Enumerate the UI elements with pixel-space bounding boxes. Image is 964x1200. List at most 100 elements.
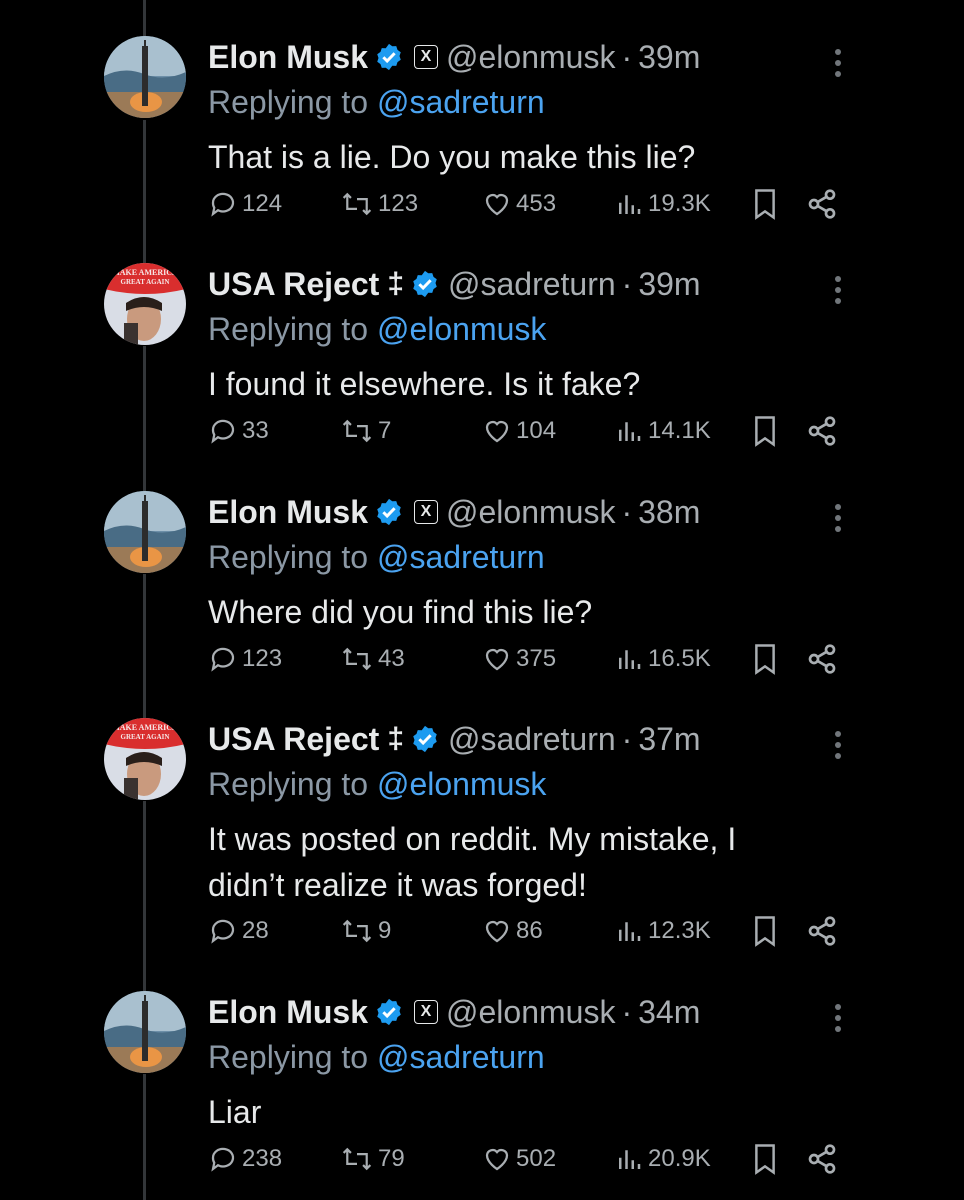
timestamp[interactable]: 39m [638,39,700,76]
repost-icon [342,919,372,943]
author-name[interactable]: Elon Musk [208,494,368,531]
action-bar: 124 123 453 19.3K [208,184,848,224]
timestamp[interactable]: 37m [638,721,700,758]
author-name[interactable]: USA Reject [208,266,379,303]
avatar-usa-reject[interactable]: MAKE AMERICA GREAT AGAIN [104,718,186,800]
author-handle[interactable]: @sadreturn [448,721,616,758]
more-vertical-icon[interactable] [826,273,850,307]
x-affiliate-icon: X [414,500,439,524]
author-handle[interactable]: @elonmusk [446,994,615,1031]
views-button[interactable]: 19.3K [614,184,711,224]
more-vertical-icon[interactable] [826,501,850,535]
tweet[interactable]: Elon Musk X @elonmusk · 39m Replying to … [0,8,964,235]
tweet[interactable]: Elon Musk X @elonmusk · 34m Replying to … [0,963,964,1190]
author-name[interactable]: Elon Musk [208,994,368,1031]
more-vertical-icon[interactable] [826,1001,850,1035]
tweet-text-line: It was posted on reddit. My mistake, I [208,821,737,857]
more-vertical-icon[interactable] [826,728,850,762]
like-button[interactable]: 453 [482,184,556,224]
reply-button[interactable]: 28 [208,911,269,951]
reply-icon [211,919,235,944]
tweet-text: It was posted on reddit. My mistake, I d… [208,816,828,908]
mention-link[interactable]: @sadreturn [377,1039,545,1075]
verified-badge-icon [377,498,401,526]
separator-dot: · [621,720,633,757]
views-button[interactable]: 12.3K [614,911,711,951]
mention-link[interactable]: @elonmusk [377,766,546,802]
reply-count: 123 [242,645,283,672]
bookmark-icon[interactable] [750,415,780,447]
author-name[interactable]: USA Reject [208,721,379,758]
like-button[interactable]: 502 [482,1139,556,1179]
author-handle[interactable]: @sadreturn [448,266,616,303]
tweet-header: Elon Musk X @elonmusk · 38m [208,493,700,531]
reply-button[interactable]: 123 [208,639,282,679]
avatar-hat-text-1: MAKE AMERICA [112,723,178,732]
views-button[interactable]: 14.1K [614,411,711,451]
share-icon[interactable] [806,915,838,947]
timestamp[interactable]: 38m [638,494,700,531]
avatar-elon[interactable] [104,991,186,1073]
bookmark-icon[interactable] [750,188,780,220]
action-bar: 123 43 375 16.5K [208,639,848,679]
bookmark-icon[interactable] [750,915,780,947]
views-button[interactable]: 20.9K [614,1139,711,1179]
mention-link[interactable]: @sadreturn [377,84,545,120]
mention-link[interactable]: @elonmusk [377,311,546,347]
views-count: 19.3K [648,190,711,217]
more-vertical-icon[interactable] [826,46,850,80]
share-icon[interactable] [806,643,838,675]
x-affiliate-icon: X [414,45,439,69]
repost-button[interactable]: 123 [340,184,418,224]
repost-button[interactable]: 9 [340,911,391,951]
reply-button[interactable]: 124 [208,184,282,224]
like-count: 502 [516,1145,557,1172]
bookmark-icon[interactable] [750,1143,780,1175]
replying-to: Replying to @elonmusk [208,311,546,348]
like-button[interactable]: 104 [482,411,556,451]
author-name[interactable]: Elon Musk [208,39,368,76]
author-handle[interactable]: @elonmusk [446,39,615,76]
reply-count: 238 [242,1145,283,1172]
bookmark-icon[interactable] [750,643,780,675]
name-symbol: ‡ [387,722,404,755]
repost-button[interactable]: 43 [340,639,405,679]
avatar-hat-text-2: GREAT AGAIN [121,278,170,286]
avatar-elon[interactable] [104,491,186,573]
share-icon[interactable] [806,415,838,447]
views-button[interactable]: 16.5K [614,639,711,679]
reply-icon [211,419,235,444]
author-handle[interactable]: @elonmusk [446,494,615,531]
tweet[interactable]: MAKE AMERICA GREAT AGAIN USA Reject ‡ @s… [0,235,964,462]
timestamp[interactable]: 34m [638,994,700,1031]
views-count: 20.9K [648,1145,711,1172]
tweet[interactable]: MAKE AMERICA GREAT AGAIN USA Reject ‡ @s… [0,690,964,962]
share-icon[interactable] [806,188,838,220]
replying-to: Replying to @sadreturn [208,1039,545,1076]
repost-count: 123 [378,190,419,217]
tweet[interactable]: Elon Musk X @elonmusk · 38m Replying to … [0,463,964,690]
replying-to: Replying to @sadreturn [208,84,545,121]
views-icon [619,1150,641,1169]
share-icon[interactable] [806,1143,838,1175]
like-button[interactable]: 375 [482,639,556,679]
reply-button[interactable]: 33 [208,411,269,451]
mention-link[interactable]: @sadreturn [377,539,545,575]
repost-icon [342,647,372,671]
like-button[interactable]: 86 [482,911,543,951]
tweet-header: Elon Musk X @elonmusk · 39m [208,38,700,76]
views-icon [619,422,641,441]
avatar-hat-text-2: GREAT AGAIN [121,733,170,741]
views-count: 16.5K [648,645,711,672]
timestamp[interactable]: 39m [638,266,700,303]
avatar-elon[interactable] [104,36,186,118]
replying-to: Replying to @sadreturn [208,539,545,576]
verified-badge-icon [413,270,437,298]
reply-button[interactable]: 238 [208,1139,282,1179]
reply-count: 33 [242,417,269,444]
repost-button[interactable]: 79 [340,1139,405,1179]
repost-count: 7 [378,417,392,444]
avatar-usa-reject[interactable]: MAKE AMERICA GREAT AGAIN [104,263,186,345]
repost-button[interactable]: 7 [340,411,391,451]
replying-label: Replying to [208,311,369,347]
